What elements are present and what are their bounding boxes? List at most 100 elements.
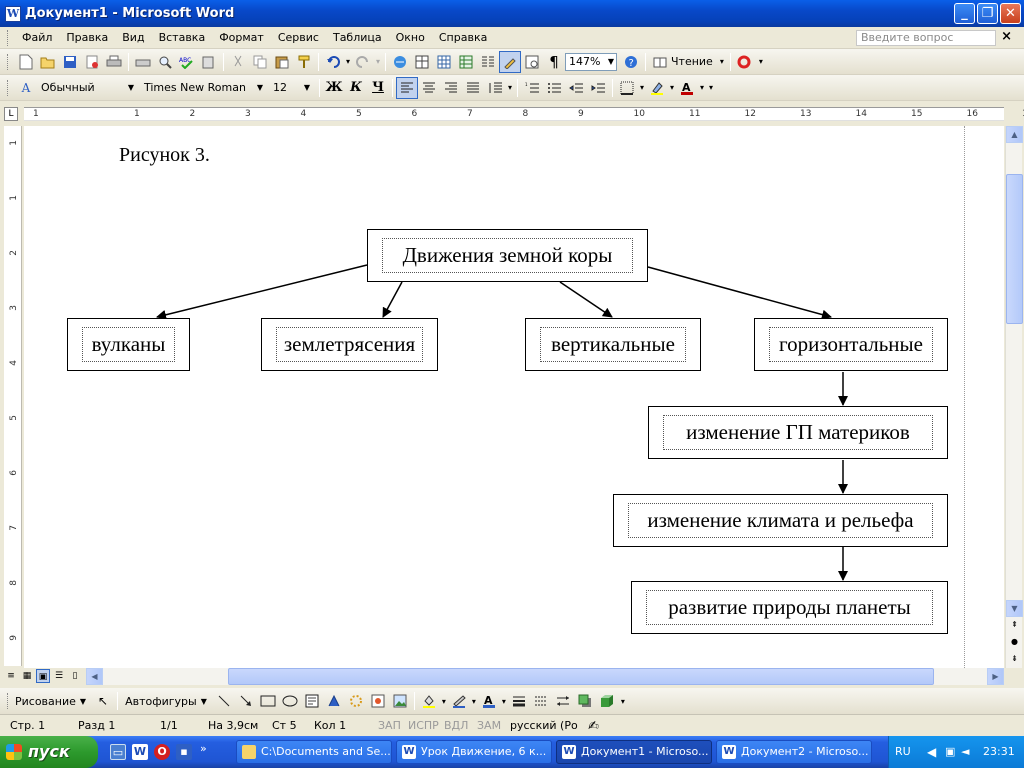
font-color-icon[interactable]: A	[478, 690, 500, 712]
undo-icon[interactable]	[322, 51, 344, 73]
node-earthquakes[interactable]: землетрясения	[261, 318, 438, 371]
vertical-ruler[interactable]: 112345678910	[4, 126, 22, 701]
highlight-dropdown-icon[interactable]: ▾	[668, 77, 676, 99]
node-vertical[interactable]: вертикальные	[525, 318, 701, 371]
spelling-status-icon[interactable]: ✍	[588, 719, 599, 734]
select-objects-icon[interactable]: ↖	[92, 690, 114, 712]
menu-table[interactable]: Таблица	[326, 31, 389, 44]
horizontal-scrollbar[interactable]: ◀ ▶	[86, 668, 1004, 685]
document-page[interactable]: Рисунок 3. Движения земной коры вулканы …	[24, 126, 1004, 668]
cut-icon[interactable]	[227, 51, 249, 73]
select-browse-object-icon[interactable]: ●	[1006, 634, 1023, 651]
save-quicklaunch-icon[interactable]: ▪	[176, 744, 192, 760]
reading-layout-icon[interactable]	[649, 51, 671, 73]
task-lesson-doc[interactable]: W Урок Движение, 6 к...	[396, 740, 552, 764]
horizontal-ruler[interactable]: L 11234567891011121314151617	[0, 103, 1024, 125]
wordart-icon[interactable]	[323, 690, 345, 712]
node-nature[interactable]: развитие природы планеты	[631, 581, 948, 634]
insert-excel-icon[interactable]	[455, 51, 477, 73]
align-left-icon[interactable]	[396, 76, 418, 99]
permission-red-icon[interactable]	[734, 51, 756, 73]
numbering-icon[interactable]: 1	[521, 77, 543, 99]
undo-dropdown-icon[interactable]: ▾	[344, 51, 352, 73]
copy-icon[interactable]	[249, 51, 271, 73]
network-icon[interactable]: ▣	[945, 745, 955, 758]
permission-icon[interactable]	[81, 51, 103, 73]
shadow-style-icon[interactable]	[574, 690, 596, 712]
style-combo[interactable]: Обычный ▼	[37, 79, 137, 97]
start-button[interactable]: пуск	[0, 736, 98, 768]
drawing-menu[interactable]: Рисование	[15, 695, 76, 708]
3d-style-icon[interactable]	[596, 690, 618, 712]
scroll-down-button[interactable]: ▼	[1006, 600, 1023, 617]
diagram-icon[interactable]	[345, 690, 367, 712]
toolbar-options-icon[interactable]: ▾	[756, 51, 766, 73]
align-center-icon[interactable]	[418, 77, 440, 99]
node-continents[interactable]: изменение ГП материков	[648, 406, 948, 459]
node-climate[interactable]: изменение климата и рельефа	[613, 494, 948, 547]
line-spacing-icon[interactable]	[484, 77, 506, 99]
line-icon[interactable]	[213, 690, 235, 712]
redo-dropdown-icon[interactable]: ▾	[374, 51, 382, 73]
open-folder-icon[interactable]	[37, 51, 59, 73]
ruler-scale[interactable]: 11234567891011121314151617	[24, 107, 1024, 121]
border-dropdown-icon[interactable]: ▾	[638, 77, 646, 99]
word-quicklaunch-icon[interactable]: W	[132, 744, 148, 760]
status-track-changes[interactable]: ИСПР	[408, 719, 439, 732]
scroll-right-button[interactable]: ▶	[987, 668, 1004, 685]
status-extend[interactable]: ВДЛ	[444, 719, 468, 732]
dash-style-icon[interactable]	[530, 690, 552, 712]
opera-icon[interactable]: O	[154, 744, 170, 760]
vertical-scroll-thumb[interactable]	[1006, 174, 1023, 324]
line-spacing-dropdown-icon[interactable]: ▾	[506, 77, 514, 99]
toolbar-grip[interactable]	[7, 53, 10, 70]
ask-question-input[interactable]: Введите вопрос	[856, 30, 996, 46]
outline-view-icon[interactable]: ☰	[52, 669, 66, 683]
node-root[interactable]: Движения земной коры	[367, 229, 648, 282]
help-icon[interactable]: ?	[620, 51, 642, 73]
line-style-icon[interactable]	[508, 690, 530, 712]
bold-button[interactable]: Ж	[323, 77, 345, 99]
clip-art-icon[interactable]	[367, 690, 389, 712]
menu-edit[interactable]: Правка	[59, 31, 115, 44]
preview-magnifier-icon[interactable]	[154, 51, 176, 73]
language-indicator[interactable]: RU	[895, 745, 911, 758]
scroll-up-button[interactable]: ▲	[1006, 126, 1023, 143]
autoshapes-menu[interactable]: Автофигуры	[125, 695, 197, 708]
task-explorer[interactable]: C:\Documents and Se...	[236, 740, 392, 764]
font-color-icon[interactable]: A	[676, 77, 698, 99]
reading-label[interactable]: Чтение	[671, 55, 713, 68]
insert-table-icon[interactable]	[433, 51, 455, 73]
close-button[interactable]: ✕	[1000, 3, 1021, 24]
next-page-icon[interactable]: ⇟	[1006, 651, 1023, 668]
font-color-dropdown-icon[interactable]: ▾	[698, 77, 706, 99]
maximize-button[interactable]: ❐	[977, 3, 998, 24]
text-box-icon[interactable]	[301, 690, 323, 712]
fill-color-icon[interactable]	[418, 690, 440, 712]
save-icon[interactable]	[59, 51, 81, 73]
format-painter-icon[interactable]	[293, 51, 315, 73]
line-color-dropdown-icon[interactable]: ▾	[470, 690, 478, 712]
spelling-icon[interactable]: ABC	[176, 51, 198, 73]
columns-icon[interactable]	[477, 51, 499, 73]
menu-help[interactable]: Справка	[432, 31, 494, 44]
node-horizontal[interactable]: горизонтальные	[754, 318, 948, 371]
status-record[interactable]: ЗАП	[378, 719, 401, 732]
fill-color-dropdown-icon[interactable]: ▾	[440, 690, 448, 712]
tray-back-icon[interactable]: ◀	[927, 745, 936, 759]
scroll-left-button[interactable]: ◀	[86, 668, 103, 685]
menu-format[interactable]: Формат	[212, 31, 271, 44]
menu-file[interactable]: Файл	[15, 31, 59, 44]
toolbar-options-icon[interactable]: ▾	[717, 51, 727, 73]
menu-view[interactable]: Вид	[115, 31, 151, 44]
reading-view-icon[interactable]: ▯	[68, 669, 82, 683]
toolbar-options-icon[interactable]: ▾	[618, 690, 628, 712]
redo-icon[interactable]	[352, 51, 374, 73]
hyperlink-icon[interactable]	[389, 51, 411, 73]
tab-selector[interactable]: L	[4, 107, 18, 121]
close-document-icon[interactable]: ×	[1001, 29, 1012, 44]
styles-icon[interactable]: A	[15, 77, 37, 99]
volume-icon[interactable]: ◄	[961, 745, 969, 758]
justify-icon[interactable]	[462, 77, 484, 99]
menu-tools[interactable]: Сервис	[271, 31, 326, 44]
